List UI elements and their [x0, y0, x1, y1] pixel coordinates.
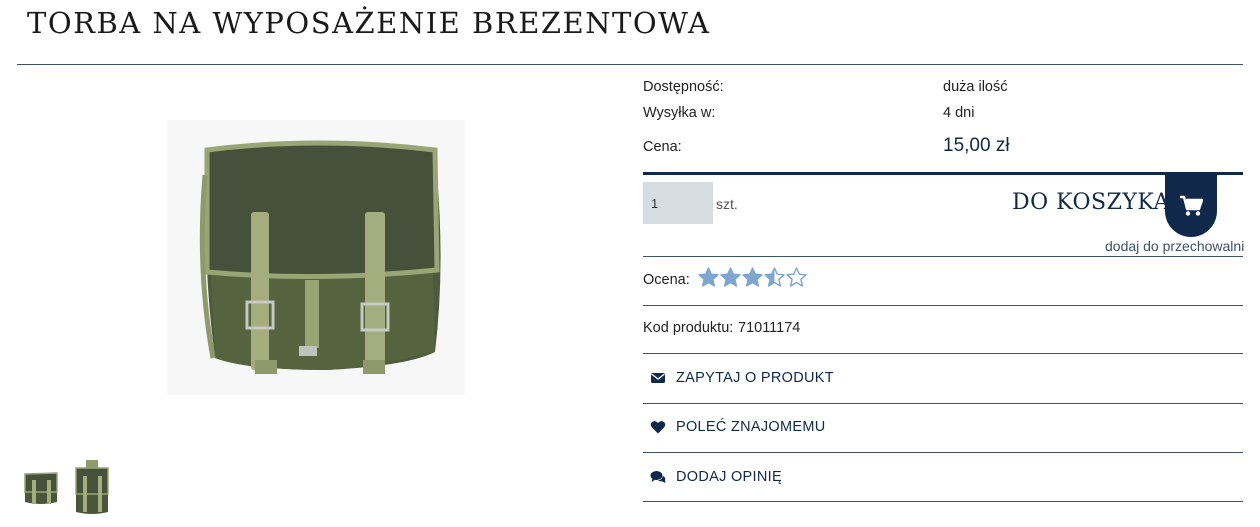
cart-divider — [643, 172, 1243, 175]
star-icon[interactable] — [786, 267, 807, 288]
availability-value: duża ilość — [943, 79, 1008, 95]
add-to-cart-button[interactable] — [1165, 175, 1217, 237]
title-divider — [17, 64, 1243, 65]
price-value: 15,00 zł — [943, 135, 1010, 156]
star-icon[interactable] — [698, 267, 719, 288]
star-icon[interactable] — [742, 267, 763, 288]
recommend-to-friend-button[interactable]: POLEĆ ZNAJOMEMU — [650, 419, 826, 435]
shipping-value: 4 dni — [943, 105, 975, 121]
product-title: TORBA NA WYPOSAŻENIE BREZENTOWA — [27, 6, 711, 40]
divider — [643, 403, 1243, 404]
product-code-label: Kod produktu: — [643, 320, 734, 336]
comments-icon — [650, 471, 666, 483]
rating-label: Ocena: — [643, 272, 690, 288]
add-review-label: DODAJ OPINIĘ — [676, 469, 782, 485]
divider — [643, 452, 1243, 453]
thumbnail-front[interactable] — [22, 466, 60, 508]
rating-stars[interactable] — [698, 267, 807, 288]
ask-about-product-label: ZAPYTAJ O PRODUKT — [676, 370, 834, 386]
recommend-to-friend-label: POLEĆ ZNAJOMEMU — [676, 419, 826, 435]
divider — [643, 305, 1243, 306]
divider — [643, 256, 1243, 257]
add-to-storage-link[interactable]: dodaj do przechowalni — [1105, 238, 1244, 254]
price-label: Cena: — [643, 139, 682, 155]
availability-label: Dostępność: — [643, 79, 724, 95]
main-product-image[interactable] — [167, 120, 465, 395]
ask-about-product-button[interactable]: ZAPYTAJ O PRODUKT — [650, 370, 834, 386]
divider — [643, 501, 1243, 502]
product-code-value: 71011174 — [738, 320, 801, 336]
envelope-icon — [651, 373, 665, 383]
star-icon[interactable] — [764, 267, 785, 288]
heart-icon — [650, 421, 666, 434]
quantity-unit: szt. — [716, 196, 738, 212]
quantity-input[interactable] — [643, 182, 713, 224]
shipping-label: Wysyłka w: — [643, 105, 716, 121]
divider — [643, 353, 1243, 354]
add-to-cart-label[interactable]: DO KOSZYKA — [1012, 190, 1170, 215]
add-review-button[interactable]: DODAJ OPINIĘ — [650, 469, 782, 485]
star-icon[interactable] — [720, 267, 741, 288]
cart-icon — [1180, 195, 1203, 216]
thumbnail-side[interactable] — [72, 458, 112, 518]
